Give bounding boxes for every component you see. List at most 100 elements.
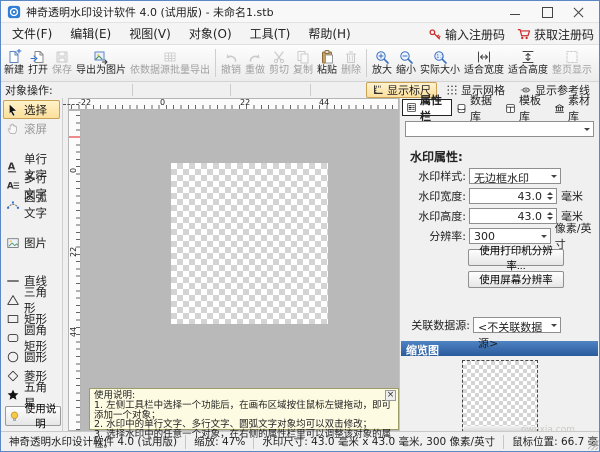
menu-help[interactable]: 帮助(H) <box>299 23 359 44</box>
paste-icon <box>319 49 335 65</box>
zoom-in-button[interactable]: 放大 <box>370 48 394 78</box>
thumbnail-area <box>400 356 599 431</box>
diamond-icon <box>6 369 20 383</box>
menu-object[interactable]: 对象(O) <box>180 23 241 44</box>
object-operations-label: 对象操作: <box>5 82 53 98</box>
register-area: 输入注册码 获取注册码 <box>428 23 599 45</box>
maximize-icon[interactable] <box>541 7 553 17</box>
distribute-v-icon <box>254 83 269 97</box>
style-dropdown[interactable]: 无边框水印 <box>469 168 561 184</box>
ruler-drag-hint <box>63 104 79 105</box>
align-left-icon <box>138 83 153 97</box>
full-page-icon <box>564 49 580 65</box>
cart-icon <box>517 27 531 41</box>
datasource-label: 关联数据源: <box>406 317 470 333</box>
object-select-combo[interactable] <box>405 121 594 137</box>
chevron-down-icon <box>551 324 557 330</box>
open-button[interactable]: 打开 <box>26 48 50 78</box>
help-button[interactable]: 使用说明 <box>5 406 61 426</box>
tool-palette: 选择 滚屏 A 单行文字 A 多行文字 圆弧文字 图片 <box>1 98 63 431</box>
tip-close-icon[interactable]: × <box>385 390 396 401</box>
separator <box>310 84 311 96</box>
datasource-dropdown[interactable]: <不关联数据源> <box>473 317 561 333</box>
ruler-label: 22 <box>240 99 250 107</box>
dpi-dropdown[interactable]: 300 <box>469 228 551 244</box>
group-icon <box>316 83 331 97</box>
watermark-canvas[interactable] <box>171 163 328 324</box>
app-logo-icon <box>7 5 21 19</box>
enter-license-button[interactable]: 输入注册码 <box>428 26 505 43</box>
tool-image[interactable]: 图片 <box>3 233 60 252</box>
use-printer-dpi-button[interactable]: 使用打印机分辨率... <box>468 249 564 266</box>
send-backward-icon <box>112 83 127 97</box>
close-icon[interactable] <box>573 7 585 17</box>
tab-templates[interactable]: 模板库 <box>502 100 550 116</box>
style-row: 水印样式: 无边框水印 <box>400 166 599 186</box>
batch-export-button: 依数据源批量导出 <box>128 48 212 78</box>
equal-spacing-icon <box>290 83 305 97</box>
usage-tip-line: 3. 选择水印中的任意一个对象，在右侧的属性栏里可以调整该对象的属性。 <box>94 430 394 450</box>
mouse-y-marker <box>69 136 80 138</box>
window-title: 神奇透明水印设计软件 4.0 (试用版) - 未命名1.stb <box>26 4 274 20</box>
svg-text:1:1: 1:1 <box>436 54 444 60</box>
svg-text:A: A <box>8 161 16 172</box>
object-toolbar: 对象操作: 显示标尺 显示网格 显示参考线 <box>1 82 599 98</box>
object-operation-icons <box>58 83 349 97</box>
separator <box>230 84 231 96</box>
datasource-row: 关联数据源: <不关联数据源> <box>400 315 599 335</box>
resize-grip[interactable] <box>588 440 598 450</box>
ungroup-icon <box>334 83 349 97</box>
spinner-arrows-icon[interactable] <box>544 210 555 222</box>
zoom-out-icon <box>398 49 414 65</box>
menu-tools[interactable]: 工具(T) <box>241 23 300 44</box>
paste-button[interactable]: 粘贴 <box>315 48 339 78</box>
key-icon <box>428 27 442 41</box>
site-watermark: ownxia.com <box>521 425 575 435</box>
horizontal-ruler: -2202244 <box>68 98 399 110</box>
zoom-actual-icon: 1:1 <box>432 49 448 65</box>
zoom-out-button[interactable]: 缩小 <box>394 48 418 78</box>
main-toolbar: 新建 打开 保存 导出为图片 依数据源批量导出 撤销 重做 剪切 <box>1 45 599 82</box>
get-license-button[interactable]: 获取注册码 <box>517 26 594 43</box>
main-area: 选择 滚屏 A 单行文字 A 多行文字 圆弧文字 图片 <box>1 98 599 431</box>
new-button[interactable]: 新建 <box>2 48 26 78</box>
star-icon <box>6 388 20 402</box>
tool-select[interactable]: 选择 <box>3 100 60 119</box>
width-row: 水印宽度: 43.0 毫米 <box>400 186 599 206</box>
batch-export-icon <box>162 49 178 65</box>
minimize-icon[interactable] <box>509 7 521 17</box>
spinner-arrows-icon[interactable] <box>544 190 555 202</box>
title-bar: 神奇透明水印设计软件 4.0 (试用版) - 未命名1.stb <box>1 1 599 23</box>
width-label: 水印宽度: <box>406 188 466 204</box>
canvas[interactable] <box>81 110 399 431</box>
rect-icon <box>6 312 20 326</box>
ruler-label: 44 <box>319 99 329 107</box>
width-stepper[interactable]: 43.0 <box>469 188 557 204</box>
tool-arc-text[interactable]: 圆弧文字 <box>3 195 60 214</box>
bring-forward-icon <box>94 83 109 97</box>
tab-materials[interactable]: 素材库 <box>551 100 599 116</box>
status-mouse-position: 鼠标位置: 66.7 毫米, -8.3 毫米 <box>504 435 600 449</box>
tab-properties[interactable]: 属性栏 <box>402 99 452 116</box>
menu-file[interactable]: 文件(F) <box>3 23 61 44</box>
right-panel: 属性栏 数据库 模板库 素材库 水印属性: 水印样式: 无边框水印 <box>399 98 599 431</box>
menu-view[interactable]: 视图(V) <box>120 23 180 44</box>
actual-size-button[interactable]: 1:1 实际大小 <box>418 48 462 78</box>
tool-pan: 滚屏 <box>3 119 60 138</box>
fit-height-button[interactable]: 适合高度 <box>506 48 550 78</box>
fit-height-icon <box>520 49 536 65</box>
tab-datasource[interactable]: 数据库 <box>453 100 501 116</box>
height-stepper[interactable]: 43.0 <box>469 208 557 224</box>
redo-icon <box>247 49 263 65</box>
fit-width-button[interactable]: 适合宽度 <box>462 48 506 78</box>
rounded-rect-icon <box>6 331 20 345</box>
bank-icon <box>554 102 565 115</box>
export-image-button[interactable]: 导出为图片 <box>74 48 128 78</box>
use-screen-dpi-button[interactable]: 使用屏幕分辨率 <box>468 271 564 288</box>
send-to-back-icon <box>76 83 91 97</box>
copy-icon <box>295 49 311 65</box>
tool-rounded-rectangle[interactable]: 圆角矩形 <box>3 328 60 347</box>
tool-triangle[interactable]: 三角形 <box>3 290 60 309</box>
circle-icon <box>6 350 20 364</box>
menu-edit[interactable]: 编辑(E) <box>61 23 120 44</box>
